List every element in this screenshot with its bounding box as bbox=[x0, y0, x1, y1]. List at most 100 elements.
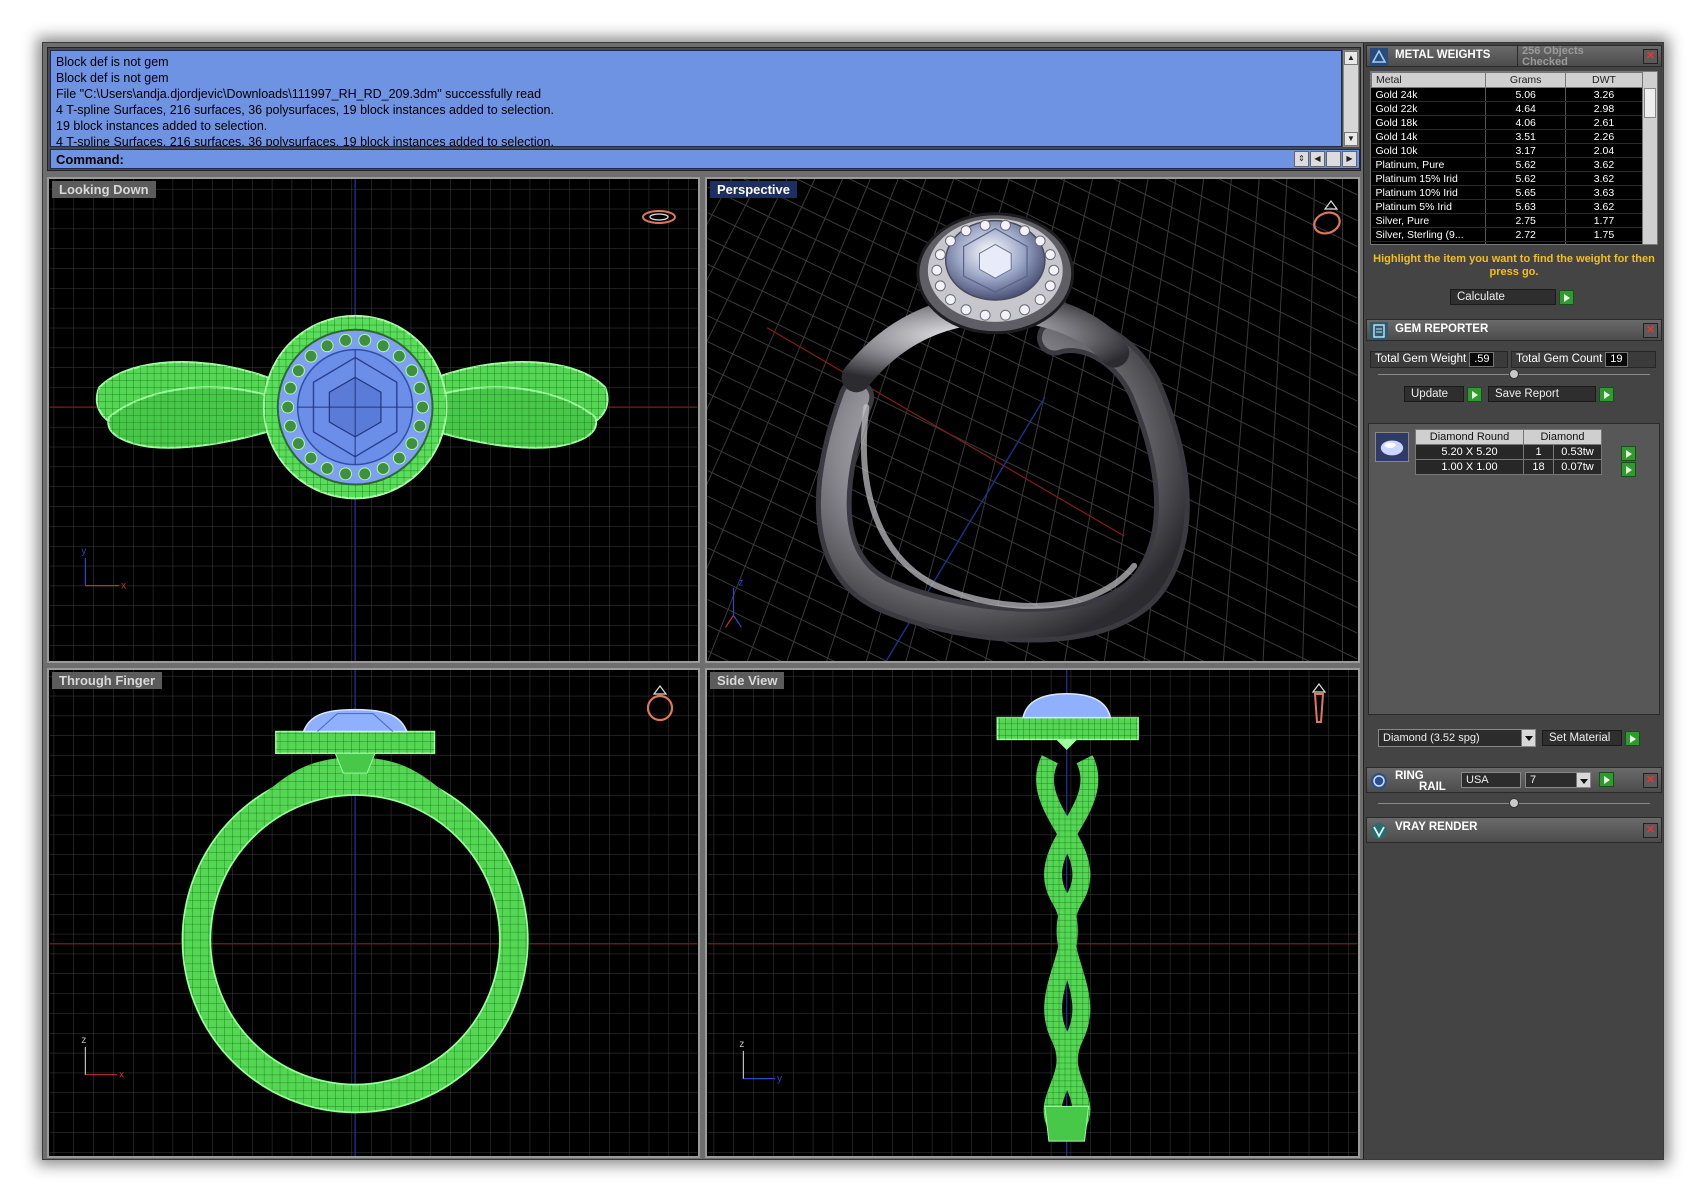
command-history[interactable]: Block def is not gem Block def is not ge… bbox=[50, 50, 1342, 147]
chevron-down-icon[interactable] bbox=[1521, 730, 1535, 746]
metal-row[interactable]: Gold 10k 3.17 2.04 bbox=[1371, 143, 1644, 158]
metal-weights-table[interactable]: Metal Grams DWT Gold 24k 5.06 3.26 Gold 22k… bbox=[1370, 71, 1658, 245]
through-finger-scene: z x bbox=[49, 670, 698, 1156]
halo-stone bbox=[320, 462, 334, 475]
metal-row[interactable]: Platinum 10% Irid 5.65 3.63 bbox=[1371, 185, 1644, 200]
metal-row[interactable]: Gold 22k 4.64 2.98 bbox=[1371, 101, 1644, 116]
metal-grams: 4.64 bbox=[1485, 101, 1566, 116]
update-control: Update bbox=[1404, 386, 1482, 402]
metal-row[interactable]: Platinum, Pure 5.62 3.62 bbox=[1371, 157, 1644, 172]
calculate-button[interactable]: Calculate bbox=[1450, 289, 1556, 305]
right-panel: METAL WEIGHTS 256 Objects Checked ✕ Meta… bbox=[1363, 43, 1663, 1159]
metal-row[interactable]: Gold 18k 4.06 2.61 bbox=[1371, 115, 1644, 130]
ring-rail-slider-handle[interactable] bbox=[1509, 798, 1519, 808]
side-view-scene: z y bbox=[707, 670, 1358, 1156]
material-select[interactable]: Diamond (3.52 spg) bbox=[1378, 729, 1536, 747]
metal-row[interactable]: Silver, Pure 2.75 1.77 bbox=[1371, 213, 1644, 228]
ring-orientation-icon[interactable] bbox=[1307, 680, 1331, 726]
close-icon[interactable]: ✕ bbox=[1643, 773, 1658, 788]
viewport-label-through-finger[interactable]: Through Finger bbox=[52, 672, 163, 689]
halo-stone bbox=[1044, 249, 1056, 261]
ring-rail-icon bbox=[1371, 773, 1387, 789]
column-header-metal[interactable]: Metal bbox=[1371, 72, 1487, 88]
spin-icon[interactable]: ⇕ bbox=[1294, 151, 1309, 167]
halo-stone bbox=[931, 264, 943, 276]
go-arrow-icon[interactable] bbox=[1559, 289, 1574, 305]
ring-orientation-icon[interactable] bbox=[643, 682, 677, 724]
ring-size-value: 7 bbox=[1530, 774, 1537, 786]
chevron-down-icon[interactable] bbox=[1576, 773, 1590, 787]
scroll-left-icon[interactable]: ◀ bbox=[1310, 151, 1325, 167]
diamond-round-thumbnail[interactable] bbox=[1375, 432, 1409, 462]
metal-name: Gold 22k bbox=[1371, 101, 1487, 116]
metal-row[interactable]: Platinum 15% Irid 5.62 3.62 bbox=[1371, 171, 1644, 186]
go-arrow-icon[interactable] bbox=[1599, 772, 1614, 787]
total-gem-weight-label: Total Gem Weight bbox=[1375, 353, 1467, 365]
gem-row[interactable]: 5.20 X 5.20 1 0.53tw bbox=[1415, 444, 1602, 460]
scroll-thumb[interactable] bbox=[1644, 88, 1656, 118]
halo-stone bbox=[405, 437, 419, 451]
history-line: File "C:\Users\andja.djordjevic\Download… bbox=[56, 87, 542, 101]
gem-weight: 0.07tw bbox=[1553, 459, 1602, 475]
svg-text:y: y bbox=[777, 1074, 782, 1085]
go-arrow-icon[interactable] bbox=[1621, 462, 1636, 477]
close-icon[interactable]: ✕ bbox=[1643, 49, 1658, 64]
halo-stone bbox=[320, 339, 334, 353]
viewport-label-perspective[interactable]: Perspective bbox=[710, 181, 797, 198]
metal-dwt: 2.98 bbox=[1565, 101, 1644, 116]
ring-orientation-icon[interactable] bbox=[1307, 195, 1347, 237]
go-arrow-icon[interactable] bbox=[1625, 730, 1640, 746]
metal-row[interactable]: Silver, Coin (900)2.71.74 bbox=[1371, 241, 1644, 244]
scroll-right-icon[interactable]: ▶ bbox=[1342, 151, 1357, 167]
metal-name: Gold 24k bbox=[1371, 87, 1487, 102]
viewport-label-looking-down[interactable]: Looking Down bbox=[52, 181, 156, 198]
close-icon[interactable]: ✕ bbox=[1643, 823, 1658, 838]
gem-size: 5.20 X 5.20 bbox=[1415, 444, 1524, 460]
set-material-button[interactable]: Set Material bbox=[1542, 730, 1622, 746]
metal-row[interactable]: Gold 14k 3.51 2.26 bbox=[1371, 129, 1644, 144]
scroll-up-icon[interactable]: ▲ bbox=[1344, 51, 1358, 65]
viewport-looking-down[interactable]: x y Looking Down bbox=[47, 177, 700, 663]
metal-row[interactable]: Platinum 5% Irid 5.63 3.62 bbox=[1371, 199, 1644, 214]
go-arrow-icon[interactable] bbox=[1599, 386, 1614, 402]
command-area: Block def is not gem Block def is not ge… bbox=[47, 47, 1361, 171]
save-report-button[interactable]: Save Report bbox=[1488, 386, 1596, 402]
close-icon[interactable]: ✕ bbox=[1643, 323, 1658, 338]
halo-stone bbox=[960, 304, 972, 316]
halo-stone bbox=[304, 451, 318, 465]
go-arrow-icon[interactable] bbox=[1621, 446, 1636, 461]
viewport-label-side-view[interactable]: Side View bbox=[710, 672, 785, 689]
gem-count: 18 bbox=[1523, 459, 1554, 475]
viewport-perspective[interactable]: z Perspective bbox=[705, 177, 1360, 663]
vray-icon bbox=[1371, 823, 1387, 839]
column-header-grams[interactable]: Grams bbox=[1485, 72, 1566, 88]
metal-row[interactable]: Gold 24k 5.06 3.26 bbox=[1371, 87, 1644, 102]
viewport-through-finger[interactable]: z x Through Finger bbox=[47, 668, 700, 1158]
halo-stone bbox=[291, 364, 305, 378]
halo-stone bbox=[1048, 264, 1060, 276]
update-button[interactable]: Update bbox=[1404, 386, 1464, 402]
calculate-control: Calculate bbox=[1450, 289, 1574, 305]
command-line[interactable]: Command: ⇕ ◀ ▶ bbox=[50, 149, 1360, 169]
column-header-dwt[interactable]: DWT bbox=[1564, 72, 1644, 88]
halo-stone bbox=[413, 381, 427, 395]
halo-stone bbox=[1034, 294, 1046, 306]
region-value: USA bbox=[1466, 774, 1489, 786]
metal-grams: 2.72 bbox=[1485, 227, 1566, 242]
metal-name: Platinum 10% Irid bbox=[1371, 185, 1487, 200]
scroll-down-icon[interactable]: ▼ bbox=[1344, 132, 1358, 146]
viewport-side-view[interactable]: z y Side View bbox=[705, 668, 1360, 1158]
metal-dwt: 2.61 bbox=[1565, 115, 1644, 130]
metal-name: Silver, Sterling (9... bbox=[1371, 227, 1487, 242]
gem-report-list[interactable]: Diamond Round Diamond 5.20 X 5.20 1 0.53… bbox=[1368, 423, 1660, 715]
metal-table-scrollbar[interactable] bbox=[1642, 72, 1657, 244]
ring-size-region-select[interactable]: USA bbox=[1461, 772, 1521, 788]
total-gem-count-label: Total Gem Count bbox=[1516, 353, 1603, 365]
gem-slider-handle[interactable] bbox=[1509, 369, 1519, 379]
metal-row[interactable]: Silver, Sterling (9... 2.72 1.75 bbox=[1371, 227, 1644, 242]
ring-size-select[interactable]: 7 bbox=[1525, 772, 1591, 788]
ring-orientation-icon[interactable] bbox=[639, 207, 679, 227]
history-scrollbar[interactable]: ▲ ▼ bbox=[1343, 50, 1359, 147]
gem-row[interactable]: 1.00 X 1.00 18 0.07tw bbox=[1415, 459, 1602, 475]
go-arrow-icon[interactable] bbox=[1467, 386, 1482, 402]
